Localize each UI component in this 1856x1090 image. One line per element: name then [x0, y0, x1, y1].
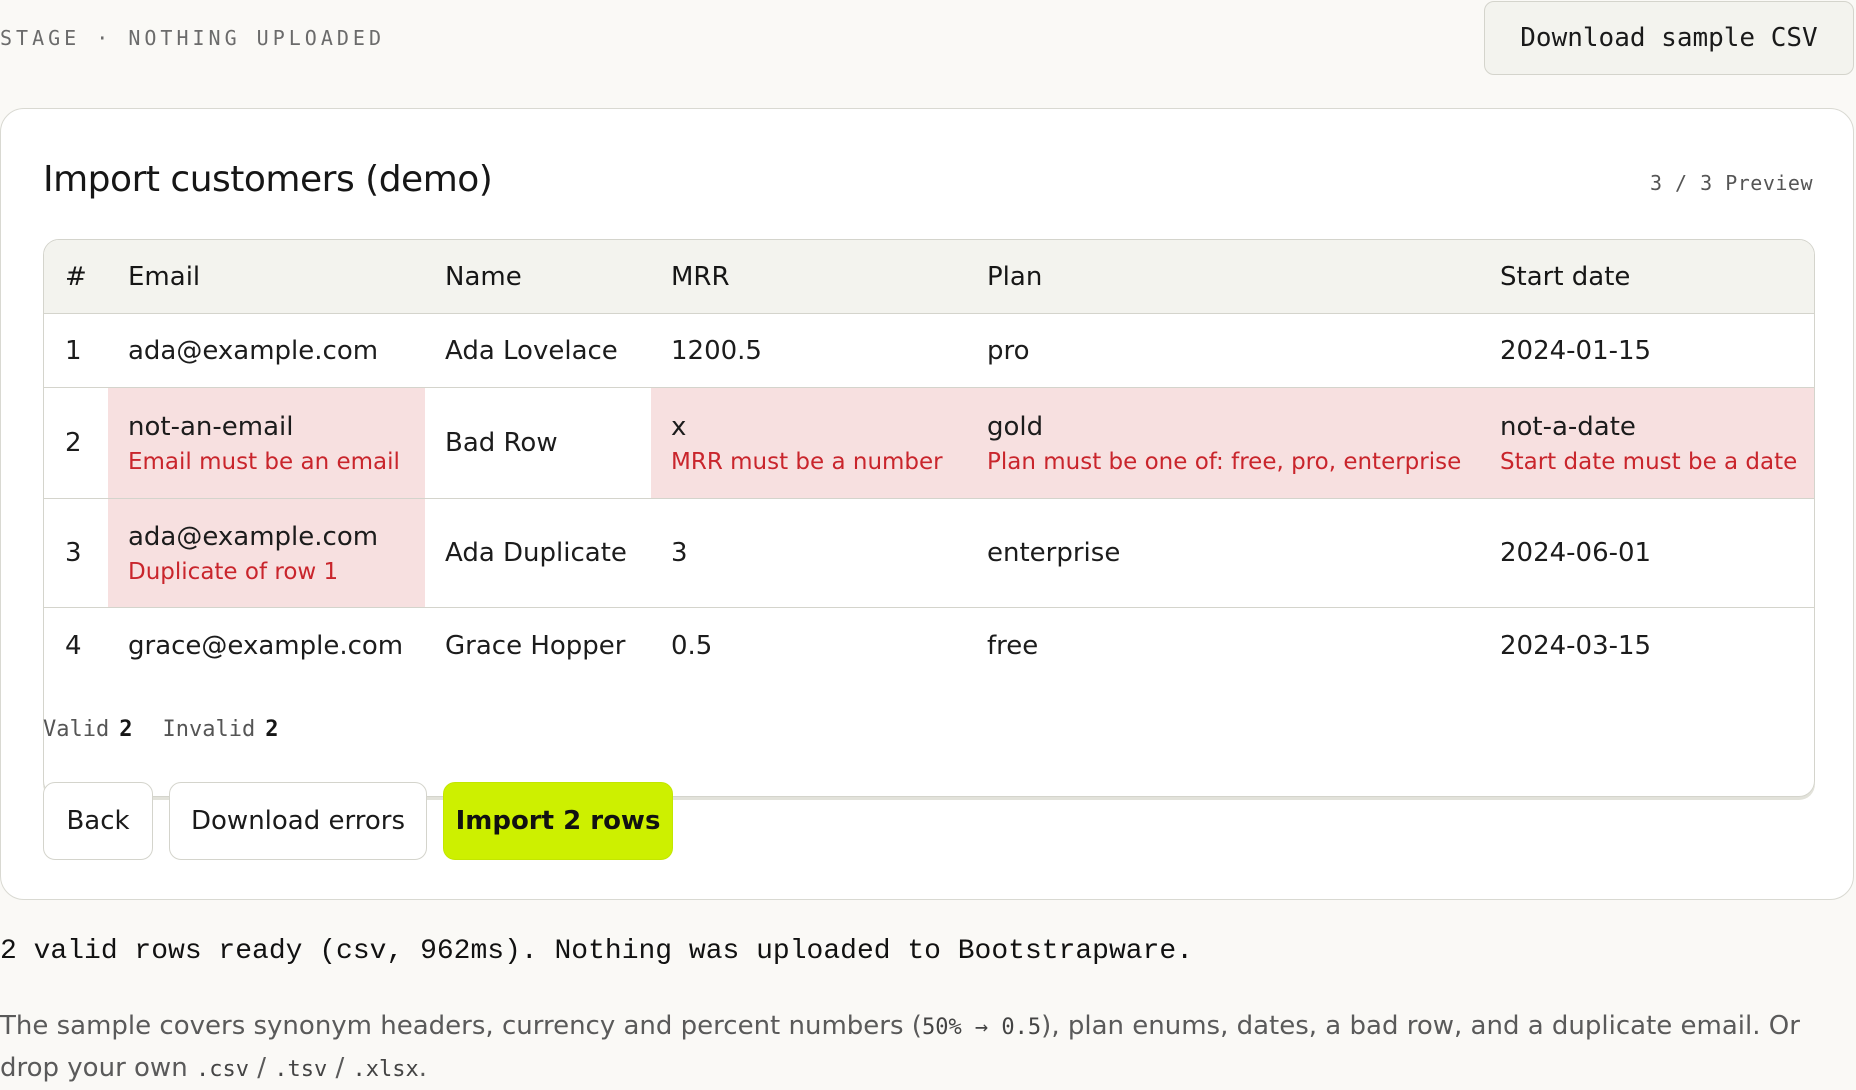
plan-error-message: Plan must be one of: free, pro, enterpri…: [987, 449, 1462, 475]
validation-summary: Valid 2 Invalid 2: [43, 717, 278, 742]
invalid-summary: Invalid 2: [162, 717, 278, 742]
row-number: 2: [44, 387, 108, 499]
table-header-row: # Email Name MRR Plan Start date: [44, 240, 1814, 314]
download-sample-csv-button[interactable]: Download sample CSV: [1484, 1, 1854, 75]
row-number: 4: [44, 608, 108, 684]
row-number: 3: [44, 498, 108, 608]
row-number: 1: [44, 313, 108, 388]
plan-value: enterprise: [987, 538, 1121, 568]
mrr-value: x: [671, 412, 687, 442]
back-button[interactable]: Back: [43, 782, 153, 860]
import-card: Import customers (demo) 3 / 3 Preview # …: [0, 108, 1854, 900]
mrr-cell-error: x MRR must be a number: [651, 387, 967, 499]
invalid-label: Invalid: [162, 717, 256, 742]
status-message: 2 valid rows ready (csv, 962ms). Nothing…: [0, 936, 1193, 967]
download-errors-button[interactable]: Download errors: [169, 782, 427, 860]
name-cell: Ada Duplicate: [425, 498, 651, 608]
row-number-value: 1: [65, 335, 82, 366]
import-rows-button[interactable]: Import 2 rows: [443, 782, 673, 860]
note-text: .: [418, 1053, 428, 1083]
email-value: ada@example.com: [128, 335, 379, 366]
note-text: The sample covers synonym headers, curre…: [0, 1011, 922, 1041]
preview-table: # Email Name MRR Plan Start date 1 ada@e…: [43, 239, 1815, 797]
note-separator: /: [248, 1053, 275, 1083]
start-date-value: 2024-03-15: [1500, 630, 1652, 661]
name-value: Grace Hopper: [445, 630, 626, 661]
start-date-cell: 2024-03-15: [1480, 608, 1814, 684]
page-title: Import customers (demo): [43, 159, 493, 200]
mrr-value: 0.5: [671, 630, 713, 661]
row-number-value: 3: [65, 538, 82, 568]
name-cell: Ada Lovelace: [425, 313, 651, 388]
table-row-invalid: 2 not-an-email Email must be an email Ba…: [44, 387, 1814, 499]
column-header-mrr: MRR: [651, 240, 967, 314]
invalid-count: 2: [265, 717, 279, 742]
plan-value: free: [987, 630, 1039, 661]
email-cell-error: not-an-email Email must be an email: [108, 387, 425, 499]
plan-cell: pro: [967, 313, 1480, 388]
action-bar: Back Download errors Import 2 rows: [43, 782, 673, 860]
stage-label: STAGE · NOTHING UPLOADED: [0, 26, 385, 50]
plan-cell: enterprise: [967, 498, 1480, 608]
column-header-name: Name: [425, 240, 651, 314]
mrr-value: 1200.5: [671, 335, 762, 366]
note-code-example: 50% → 0.5: [921, 1015, 1042, 1040]
mrr-value: 3: [671, 538, 688, 568]
column-header-email: Email: [108, 240, 425, 314]
name-value: Ada Lovelace: [445, 335, 618, 366]
name-value: Ada Duplicate: [445, 538, 627, 568]
email-cell: grace@example.com: [108, 608, 425, 684]
row-number-value: 2: [65, 428, 82, 458]
name-cell: Bad Row: [425, 387, 651, 499]
plan-cell-error: gold Plan must be one of: free, pro, ent…: [967, 387, 1480, 499]
note-code-xlsx: .xlsx: [352, 1057, 419, 1082]
start-date-cell-error: not-a-date Start date must be a date: [1480, 387, 1814, 499]
valid-summary: Valid 2: [43, 717, 132, 742]
plan-value: gold: [987, 412, 1044, 442]
name-cell: Grace Hopper: [425, 608, 651, 684]
column-header-start-date: Start date: [1480, 240, 1814, 314]
mrr-cell: 3: [651, 498, 967, 608]
sample-note: The sample covers synonym headers, curre…: [0, 1006, 1850, 1090]
plan-cell: free: [967, 608, 1480, 684]
table-row: 4 grace@example.com Grace Hopper 0.5 fre…: [44, 608, 1814, 684]
email-value: not-an-email: [128, 412, 294, 442]
name-value: Bad Row: [445, 428, 558, 458]
start-date-cell: 2024-01-15: [1480, 313, 1814, 388]
valid-label: Valid: [43, 717, 110, 742]
email-error-message: Duplicate of row 1: [128, 559, 339, 585]
column-header-plan: Plan: [967, 240, 1480, 314]
mrr-error-message: MRR must be a number: [671, 449, 943, 475]
mrr-cell: 1200.5: [651, 313, 967, 388]
row-number-value: 4: [65, 630, 82, 661]
column-header-number: #: [44, 240, 108, 314]
note-code-tsv: .tsv: [274, 1057, 328, 1082]
email-cell-error: ada@example.com Duplicate of row 1: [108, 498, 425, 608]
start-date-error-message: Start date must be a date: [1500, 449, 1798, 475]
plan-value: pro: [987, 335, 1030, 366]
valid-count: 2: [119, 717, 133, 742]
email-error-message: Email must be an email: [128, 449, 400, 475]
start-date-value: not-a-date: [1500, 412, 1636, 442]
email-value: ada@example.com: [128, 522, 379, 552]
note-separator: /: [327, 1053, 353, 1083]
start-date-cell: 2024-06-01: [1480, 498, 1814, 608]
table-row: 1 ada@example.com Ada Lovelace 1200.5 pr…: [44, 313, 1814, 388]
email-cell: ada@example.com: [108, 313, 425, 388]
start-date-value: 2024-06-01: [1500, 538, 1652, 568]
email-value: grace@example.com: [128, 630, 404, 661]
table-row-duplicate: 3 ada@example.com Duplicate of row 1 Ada…: [44, 498, 1814, 608]
start-date-value: 2024-01-15: [1500, 335, 1652, 366]
mrr-cell: 0.5: [651, 608, 967, 684]
note-code-csv: .csv: [195, 1057, 249, 1082]
preview-count: 3 / 3 Preview: [1649, 171, 1813, 195]
